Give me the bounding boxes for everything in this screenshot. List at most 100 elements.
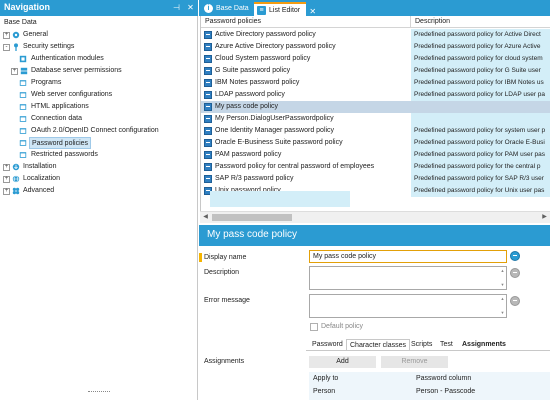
translate-globe-icon[interactable] bbox=[510, 251, 520, 261]
policy-description-cell: Predefined password policy for the centr… bbox=[411, 161, 550, 173]
translate-globe-icon[interactable] bbox=[510, 268, 520, 278]
table-row[interactable]: G Suite password policy Predefined passwo… bbox=[201, 65, 550, 77]
password-policy-icon bbox=[204, 67, 212, 75]
scroll-up-icon[interactable]: ▲ bbox=[500, 268, 505, 273]
table-row[interactable]: Active Directory password policy Predefin… bbox=[201, 29, 550, 41]
tree-item-authentication-modules[interactable]: Authentication modules bbox=[0, 53, 197, 65]
tree-item-web-server-configurations[interactable]: Web server configurations bbox=[0, 89, 197, 101]
sub-tab-divider bbox=[306, 350, 550, 351]
tree-item-label: Installation bbox=[23, 163, 57, 170]
tree-item-label: Advanced bbox=[23, 187, 55, 194]
table-row[interactable]: My Person.DialogUserPasswordpolicy bbox=[201, 113, 550, 125]
close-icon[interactable]: ✕ bbox=[186, 3, 195, 12]
expand-icon[interactable]: + bbox=[3, 164, 10, 171]
scroll-up-icon[interactable]: ▲ bbox=[500, 296, 505, 301]
column-header-name[interactable]: Password policies bbox=[201, 16, 261, 28]
assignment-row[interactable]: Person Person - Passcode bbox=[309, 385, 550, 400]
password-policy-icon bbox=[204, 139, 212, 147]
tree-item-oauth-configuration[interactable]: OAuth 2.0/OpenID Connect configuration bbox=[0, 125, 197, 137]
column-header-description[interactable]: Description bbox=[411, 16, 450, 28]
tab-label: Base Data bbox=[216, 5, 249, 12]
tree-root-label: Base Data bbox=[4, 19, 37, 26]
tree-item-advanced[interactable]: + Advanced bbox=[0, 185, 197, 197]
table-row[interactable]: My pass code policy bbox=[201, 101, 550, 113]
tab-list-editor[interactable]: ≡ List Editor ✕ bbox=[254, 2, 316, 16]
tree-item-programs[interactable]: Programs bbox=[0, 77, 197, 89]
password-policy-icon bbox=[19, 140, 27, 146]
policy-name-cell: My Person.DialogUserPasswordpolicy bbox=[215, 115, 334, 122]
program-icon bbox=[19, 80, 27, 86]
tree-item-label: OAuth 2.0/OpenID Connect configuration bbox=[31, 127, 159, 134]
table-row[interactable]: Password policy for central password of … bbox=[201, 161, 550, 173]
expand-icon[interactable]: + bbox=[3, 188, 10, 195]
column-header-password-column[interactable]: Password column bbox=[416, 375, 471, 382]
password-policy-icon bbox=[204, 31, 212, 39]
tree-item-database-server-permissions[interactable]: + Database server permissions bbox=[0, 65, 197, 77]
scroll-left-icon[interactable]: ◀ bbox=[201, 213, 210, 222]
expand-icon[interactable]: + bbox=[11, 68, 18, 75]
expand-icon[interactable]: + bbox=[3, 176, 10, 183]
tree-item-localization[interactable]: + Localization bbox=[0, 173, 197, 185]
table-row[interactable]: LDAP password policy Predefined password … bbox=[201, 89, 550, 101]
expand-icon[interactable]: + bbox=[3, 32, 10, 39]
assignments-label: Assignments bbox=[204, 358, 245, 365]
display-name-field[interactable]: My pass code policy bbox=[309, 250, 507, 263]
policy-description-cell: Predefined password policy for LDAP user… bbox=[411, 89, 550, 101]
policy-name-cell: Password policy for central password of … bbox=[215, 163, 375, 170]
table-row[interactable]: Azure Active Directory password policy Pr… bbox=[201, 41, 550, 53]
policy-description-cell bbox=[411, 113, 550, 125]
tree-item-general[interactable]: + General bbox=[0, 29, 197, 41]
scroll-down-icon[interactable]: ▼ bbox=[500, 310, 505, 315]
tree-item-html-applications[interactable]: HTML applications bbox=[0, 101, 197, 113]
scroll-down-icon[interactable]: ▼ bbox=[500, 282, 505, 287]
table-row[interactable]: Cloud System password policy Predefined p… bbox=[201, 53, 550, 65]
tree-item-security-settings[interactable]: - Security settings bbox=[0, 41, 197, 53]
gear-icon bbox=[12, 31, 20, 39]
password-policy-icon bbox=[204, 151, 212, 159]
table-row[interactable]: Oracle E-Business Suite password policy P… bbox=[201, 137, 550, 149]
policy-name-cell: Azure Active Directory password policy bbox=[215, 43, 336, 50]
navigation-pane: Navigation ⊣ ✕ Base Data + General - Sec… bbox=[0, 0, 198, 400]
collapse-icon[interactable]: - bbox=[3, 44, 10, 51]
scrollbar-thumb[interactable] bbox=[212, 214, 292, 221]
detail-title: My pass code policy bbox=[207, 229, 298, 240]
navigation-title: Navigation bbox=[4, 2, 51, 12]
web-icon bbox=[19, 92, 27, 98]
remove-button[interactable]: Remove bbox=[381, 356, 448, 368]
add-button[interactable]: Add bbox=[309, 356, 376, 368]
policy-description-cell: Predefined password policy for IBM Notes… bbox=[411, 77, 550, 89]
tree-item-restricted-passwords[interactable]: Restricted passwords bbox=[0, 149, 197, 161]
table-row[interactable]: One Identity Manager password policy Pred… bbox=[201, 125, 550, 137]
column-header-apply-to[interactable]: Apply to bbox=[313, 375, 338, 382]
translate-globe-icon[interactable] bbox=[510, 296, 520, 306]
advanced-icon bbox=[12, 187, 20, 195]
error-message-field[interactable] bbox=[309, 294, 507, 318]
tree-item-label: Localization bbox=[23, 175, 60, 182]
policy-description-cell: Predefined password policy for SAP R/3 u… bbox=[411, 173, 550, 185]
tab-base-data[interactable]: i Base Data bbox=[201, 2, 255, 16]
pin-icon[interactable]: ⊣ bbox=[172, 3, 181, 12]
horizontal-scrollbar[interactable]: ◀ ▶ bbox=[200, 211, 550, 223]
splitter-grip[interactable] bbox=[88, 391, 110, 394]
password-policy-icon bbox=[204, 163, 212, 171]
html-icon bbox=[19, 104, 27, 110]
default-policy-checkbox[interactable] bbox=[310, 323, 318, 331]
scroll-right-icon[interactable]: ▶ bbox=[540, 213, 549, 222]
tree-item-label: Programs bbox=[31, 79, 62, 86]
error-message-label: Error message bbox=[204, 297, 250, 304]
policy-name-cell: IBM Notes password policy bbox=[215, 79, 300, 86]
module-icon bbox=[19, 55, 27, 63]
tree-item-password-policies[interactable]: Password policies bbox=[0, 137, 197, 149]
description-field[interactable] bbox=[309, 266, 507, 290]
tree-item-connection-data[interactable]: Connection data bbox=[0, 113, 197, 125]
table-row[interactable]: IBM Notes password policy Predefined pass… bbox=[201, 77, 550, 89]
tree-root[interactable]: Base Data bbox=[0, 17, 197, 29]
policy-name-cell: LDAP password policy bbox=[215, 91, 285, 98]
connection-icon bbox=[19, 116, 27, 122]
policy-description-cell: Predefined password policy for Oracle E-… bbox=[411, 137, 550, 149]
tree-item-label: General bbox=[23, 31, 48, 38]
tree-item-label: Password policies bbox=[29, 137, 92, 149]
tree-item-installation[interactable]: + Installation bbox=[0, 161, 197, 173]
table-row[interactable]: PAM password policy Predefined password p… bbox=[201, 149, 550, 161]
table-row[interactable]: SAP R/3 password policy Predefined passwo… bbox=[201, 173, 550, 185]
